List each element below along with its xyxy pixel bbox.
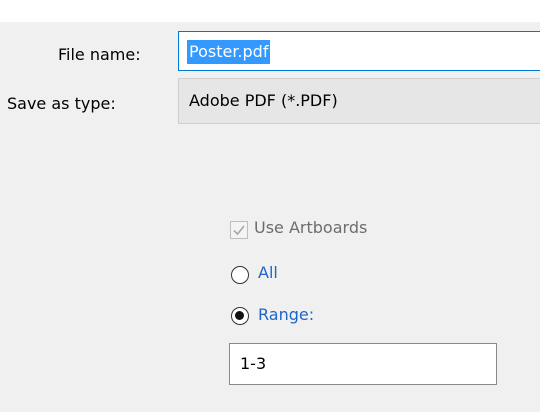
range-radio[interactable]	[231, 307, 249, 325]
file-name-label: File name:	[58, 45, 141, 64]
use-artboards-label: Use Artboards	[254, 218, 368, 237]
save-as-type-dropdown[interactable]: Adobe PDF (*.PDF)	[178, 78, 540, 124]
dialog-header-strip	[0, 0, 540, 22]
range-input[interactable]: 1-3	[229, 343, 497, 385]
save-as-type-label: Save as type:	[7, 94, 116, 113]
range-radio-label[interactable]: Range:	[258, 305, 314, 325]
all-radio-label[interactable]: All	[258, 263, 278, 283]
radio-selected-dot	[235, 311, 244, 320]
save-as-type-value: Adobe PDF (*.PDF)	[189, 91, 338, 110]
use-artboards-checkbox[interactable]	[230, 221, 248, 239]
all-radio[interactable]	[231, 266, 249, 284]
file-name-input[interactable]: Poster.pdf	[178, 31, 540, 71]
file-name-value: Poster.pdf	[187, 40, 271, 64]
range-input-value: 1-3	[240, 354, 267, 373]
checkmark-icon	[233, 225, 245, 236]
